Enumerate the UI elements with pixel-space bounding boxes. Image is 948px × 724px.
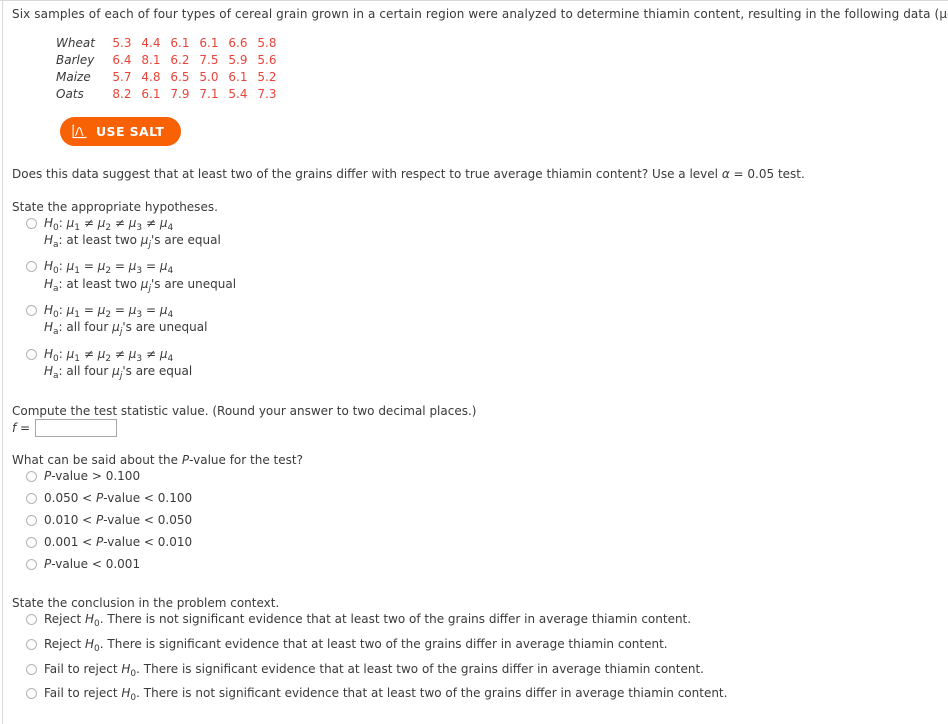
pvalue-label-3: 0.010 < P-value < 0.050 — [44, 513, 193, 527]
main-question-suffix: = 0.05 test. — [729, 167, 805, 181]
alpha-symbol: α — [721, 167, 730, 181]
pvalue-label-4: 0.001 < P-value < 0.010 — [44, 535, 193, 549]
conclusion-label-2: Reject H0. There is significant evidence… — [44, 637, 668, 654]
maize-value-6: 5.2 — [257, 69, 277, 84]
hypothesis-alt-4: Ha: all four μj's are equal — [44, 364, 193, 381]
hypothesis-radio-2[interactable] — [26, 261, 37, 272]
hypothesis-null-2: H0: μ1 = μ2 = μ3 = μ4 — [44, 259, 174, 276]
pvalue-label-5: P-value < 0.001 — [44, 557, 141, 571]
grain-name-barley: Barley — [56, 52, 95, 67]
conclusion-radio-2[interactable] — [26, 639, 37, 650]
maize-value-5: 6.1 — [228, 69, 248, 84]
conclusion-heading: State the conclusion in the problem cont… — [12, 596, 280, 610]
pvalue-radio-5[interactable] — [26, 559, 37, 570]
thiamin-data-table: Wheat 5.3 4.4 6.1 6.1 6.6 5.8 Barley 6.4… — [56, 34, 277, 102]
use-salt-button[interactable]: USE SALT — [60, 117, 182, 146]
pvalue-radio-2[interactable] — [26, 493, 37, 504]
oats-value-1: 8.2 — [112, 86, 132, 101]
hypothesis-null-1: H0: μ1 ≠ μ2 ≠ μ3 ≠ μ4 — [44, 216, 174, 233]
test-statistic-heading: Compute the test statistic value. (Round… — [12, 404, 477, 418]
test-statistic-label: f = — [12, 421, 31, 435]
hypothesis-radio-1[interactable] — [26, 218, 37, 229]
table-row: Oats 8.2 6.1 7.9 7.1 5.4 7.3 — [56, 85, 277, 102]
pvalue-option-3[interactable]: 0.010 < P-value < 0.050 — [26, 513, 192, 528]
table-row: Barley 6.4 8.1 6.2 7.5 5.9 5.6 — [56, 51, 277, 68]
wheat-value-4: 6.1 — [199, 35, 219, 50]
test-statistic-input[interactable] — [35, 419, 118, 437]
hypothesis-alt-1: Ha: at least two μj's are equal — [44, 233, 221, 250]
intro-text: Six samples of each of four types of cer… — [12, 7, 948, 21]
main-question-prefix: Does this data suggest that at least two… — [12, 167, 722, 181]
barley-value-5: 5.9 — [228, 52, 248, 67]
main-question-prompt: Does this data suggest that at least two… — [12, 167, 805, 181]
grain-name-oats: Oats — [56, 86, 84, 101]
oats-value-4: 7.1 — [199, 86, 219, 101]
wheat-value-2: 4.4 — [141, 35, 161, 50]
pvalue-label-1: P-value > 0.100 — [44, 469, 141, 483]
pvalue-label-2: 0.050 < P-value < 0.100 — [44, 491, 193, 505]
hypothesis-radio-4[interactable] — [26, 349, 37, 360]
conclusion-radio-4[interactable] — [26, 688, 37, 699]
use-salt-label: USE SALT — [96, 124, 165, 139]
maize-value-4: 5.0 — [199, 69, 219, 84]
hypothesis-option-4[interactable]: H0: μ1 ≠ μ2 ≠ μ3 ≠ μ4 — [26, 347, 173, 364]
pvalue-radio-1[interactable] — [26, 471, 37, 482]
hypothesis-alt-3: Ha: all four μj's are unequal — [44, 320, 208, 337]
pvalue-option-2[interactable]: 0.050 < P-value < 0.100 — [26, 491, 192, 506]
oats-value-3: 7.9 — [170, 86, 190, 101]
conclusion-option-1[interactable]: Reject H0. There is not significant evid… — [26, 612, 691, 629]
maize-value-2: 4.8 — [141, 69, 161, 84]
hypothesis-option-2[interactable]: H0: μ1 = μ2 = μ3 = μ4 — [26, 259, 173, 276]
wheat-value-3: 6.1 — [170, 35, 190, 50]
hypothesis-alt-2: Ha: at least two μj's are unequal — [44, 277, 237, 294]
pvalue-option-4[interactable]: 0.001 < P-value < 0.010 — [26, 535, 192, 550]
conclusion-label-3: Fail to reject H0. There is significant … — [44, 662, 704, 679]
conclusion-option-2[interactable]: Reject H0. There is significant evidence… — [26, 637, 668, 654]
wheat-value-6: 5.8 — [257, 35, 277, 50]
maize-value-1: 5.7 — [112, 69, 132, 84]
oats-value-2: 6.1 — [141, 86, 161, 101]
barley-value-6: 5.6 — [257, 52, 277, 67]
barley-value-1: 6.4 — [112, 52, 132, 67]
pvalue-option-1[interactable]: P-value > 0.100 — [26, 469, 140, 484]
pvalue-option-5[interactable]: P-value < 0.001 — [26, 557, 140, 572]
oats-value-6: 7.3 — [257, 86, 277, 101]
pvalue-radio-3[interactable] — [26, 515, 37, 526]
left-page-rule — [2, 1, 3, 724]
barley-value-2: 8.1 — [141, 52, 161, 67]
pvalue-heading: What can be said about the P-value for t… — [12, 453, 303, 467]
grain-name-wheat: Wheat — [56, 35, 95, 50]
table-row: Maize 5.7 4.8 6.5 5.0 6.1 5.2 — [56, 68, 277, 85]
conclusion-radio-1[interactable] — [26, 614, 37, 625]
hypothesis-null-4: H0: μ1 ≠ μ2 ≠ μ3 ≠ μ4 — [44, 347, 174, 364]
conclusion-option-3[interactable]: Fail to reject H0. There is significant … — [26, 662, 704, 679]
conclusion-label-1: Reject H0. There is not significant evid… — [44, 612, 692, 629]
wheat-value-1: 5.3 — [112, 35, 132, 50]
conclusion-radio-3[interactable] — [26, 664, 37, 675]
wheat-value-5: 6.6 — [228, 35, 248, 50]
hypotheses-heading: State the appropriate hypotheses. — [12, 200, 218, 214]
barley-value-4: 7.5 — [199, 52, 219, 67]
hypothesis-option-3[interactable]: H0: μ1 = μ2 = μ3 = μ4 — [26, 303, 173, 320]
conclusion-label-4: Fail to reject H0. There is not signific… — [44, 686, 728, 703]
grain-name-maize: Maize — [56, 69, 91, 84]
pvalue-radio-4[interactable] — [26, 537, 37, 548]
conclusion-option-4[interactable]: Fail to reject H0. There is not signific… — [26, 686, 727, 703]
oats-value-5: 5.4 — [228, 86, 248, 101]
hypothesis-null-3: H0: μ1 = μ2 = μ3 = μ4 — [44, 303, 174, 320]
barley-value-3: 6.2 — [170, 52, 190, 67]
table-row: Wheat 5.3 4.4 6.1 6.1 6.6 5.8 — [56, 34, 277, 51]
normal-distribution-icon — [72, 124, 87, 139]
hypothesis-option-1[interactable]: H0: μ1 ≠ μ2 ≠ μ3 ≠ μ4 — [26, 216, 173, 233]
maize-value-3: 6.5 — [170, 69, 190, 84]
test-statistic-row: f = — [12, 419, 118, 437]
hypothesis-radio-3[interactable] — [26, 305, 37, 316]
